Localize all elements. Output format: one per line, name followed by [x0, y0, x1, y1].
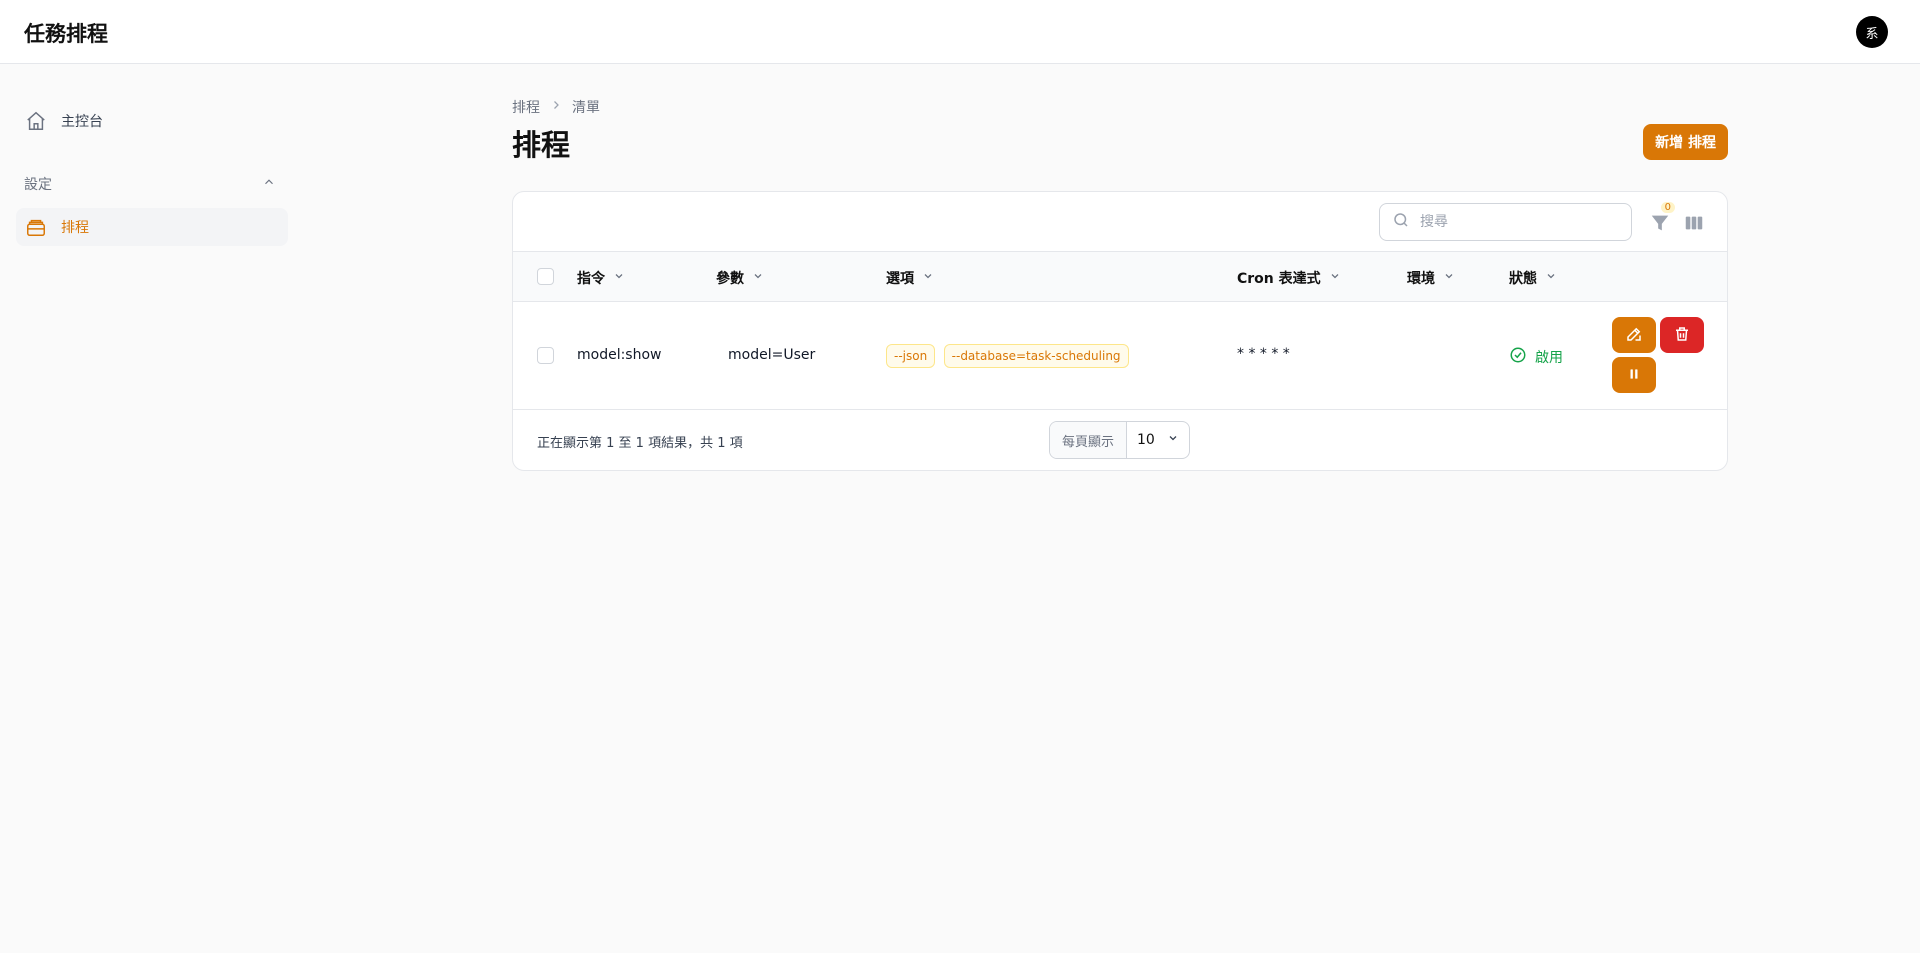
- trash-icon: [1673, 325, 1691, 346]
- select-all-checkbox[interactable]: [537, 268, 554, 285]
- table-header: 指令 參數 選項 Cron 表達式 環境 狀態: [513, 252, 1727, 302]
- breadcrumb-root[interactable]: 排程: [512, 97, 540, 117]
- chevron-down-icon: [613, 270, 625, 286]
- stack-icon: [25, 216, 47, 238]
- per-page-select[interactable]: 10: [1127, 422, 1189, 458]
- option-tag: --json: [886, 344, 936, 368]
- column-header-command[interactable]: 指令: [577, 268, 625, 288]
- sidebar-item-schedule[interactable]: 排程: [16, 208, 288, 246]
- column-header-cron[interactable]: Cron 表達式: [1237, 268, 1341, 288]
- columns-toggle-button[interactable]: [1683, 212, 1705, 234]
- option-tag: --database=task-scheduling: [943, 344, 1129, 368]
- sidebar-item-dashboard[interactable]: 主控台: [16, 102, 288, 140]
- filter-count-badge: 0: [1660, 202, 1675, 213]
- chevron-up-icon: [262, 175, 276, 193]
- edit-button[interactable]: [1612, 317, 1656, 353]
- column-header-environment[interactable]: 環境: [1407, 268, 1455, 288]
- page-title: 排程: [512, 128, 571, 162]
- sidebar-group-settings[interactable]: 設定: [24, 174, 276, 194]
- pagination-summary: 正在顯示第 1 至 1 項結果，共 1 項: [537, 436, 743, 451]
- new-schedule-button[interactable]: 新增 排程: [1643, 124, 1728, 160]
- chevron-right-icon: [550, 99, 562, 115]
- sidebar-item-label: 排程: [61, 220, 89, 236]
- chevron-down-icon: [922, 270, 934, 286]
- check-circle-icon: [1509, 346, 1527, 368]
- filter-icon: [1649, 215, 1671, 238]
- pause-button[interactable]: [1612, 357, 1656, 393]
- column-header-params[interactable]: 參數: [716, 268, 764, 288]
- search-input[interactable]: [1420, 214, 1620, 230]
- table-toolbar: 0: [513, 192, 1727, 252]
- search-icon: [1392, 211, 1410, 233]
- breadcrumb-current: 清單: [572, 100, 600, 116]
- pause-icon: [1627, 367, 1641, 384]
- app-title: 任務排程: [24, 22, 108, 46]
- home-icon: [25, 110, 47, 132]
- cell-cron: * * * * *: [1237, 346, 1290, 362]
- column-header-options[interactable]: 選項: [886, 268, 934, 288]
- table-footer: 正在顯示第 1 至 1 項結果，共 1 項 每頁顯示 10: [513, 410, 1727, 470]
- column-header-status[interactable]: 狀態: [1509, 268, 1557, 288]
- sidebar-item-label: 主控台: [61, 114, 103, 130]
- table-card: 0 指令 參數 選項 Cron 表達式: [512, 191, 1728, 471]
- delete-button[interactable]: [1660, 317, 1704, 353]
- user-avatar[interactable]: 系: [1856, 16, 1888, 48]
- chevron-down-icon: [1329, 270, 1341, 286]
- table-row: model:show model=User --json --database=…: [513, 302, 1727, 410]
- per-page-label: 每頁顯示: [1050, 422, 1128, 458]
- search-box[interactable]: [1379, 203, 1632, 241]
- chevron-down-icon: [1167, 432, 1179, 448]
- status-label: 啟用: [1535, 350, 1563, 366]
- per-page-control: 每頁顯示 10: [1049, 421, 1190, 459]
- chevron-down-icon: [1545, 270, 1557, 286]
- sidebar-group-label: 設定: [24, 177, 52, 193]
- top-bar: 任務排程 系: [0, 0, 1920, 64]
- row-checkbox[interactable]: [537, 347, 554, 364]
- columns-icon: [1683, 216, 1705, 238]
- cell-command: model:show: [577, 347, 662, 363]
- cell-params: model=User: [728, 347, 816, 363]
- per-page-value: 10: [1137, 432, 1155, 448]
- breadcrumb: 排程 清單: [512, 97, 600, 117]
- edit-icon: [1625, 325, 1643, 346]
- cell-options: --json --database=task-scheduling: [886, 344, 1133, 368]
- cell-status: 啟用: [1509, 346, 1563, 368]
- chevron-down-icon: [752, 270, 764, 286]
- chevron-down-icon: [1443, 270, 1455, 286]
- filter-button[interactable]: 0: [1649, 202, 1675, 234]
